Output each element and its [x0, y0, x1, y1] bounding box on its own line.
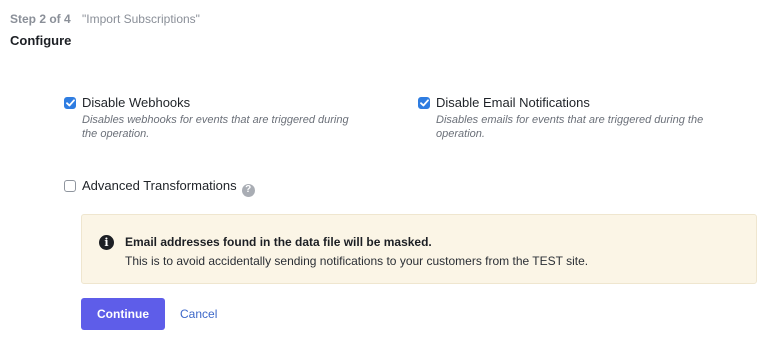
- disable-webhooks-option[interactable]: Disable Webhooks Disables webhooks for e…: [64, 95, 352, 141]
- step-indicator: Step 2 of 4 "Import Subscriptions": [10, 12, 200, 26]
- question-circle-icon[interactable]: ?: [241, 183, 255, 197]
- continue-button[interactable]: Continue: [81, 298, 165, 330]
- step-number: Step 2 of 4: [10, 12, 71, 26]
- cancel-link[interactable]: Cancel: [180, 307, 217, 321]
- disable-email-notifications-option[interactable]: Disable Email Notifications Disables ema…: [418, 95, 706, 141]
- import-configure-page: Step 2 of 4 "Import Subscriptions" Confi…: [0, 0, 776, 346]
- notice-body: This is to avoid accidentally sending no…: [125, 254, 589, 268]
- disable-email-notifications-checkbox[interactable]: [418, 97, 430, 109]
- step-name: "Import Subscriptions": [82, 12, 200, 26]
- notice-title: Email addresses found in the data file w…: [125, 235, 432, 249]
- check-icon: [419, 99, 429, 107]
- disable-webhooks-label: Disable Webhooks: [82, 95, 191, 110]
- masking-notice: i Email addresses found in the data file…: [81, 214, 757, 284]
- advanced-transformations-checkbox[interactable]: [64, 180, 76, 192]
- section-title: Configure: [10, 33, 72, 48]
- disable-webhooks-description: Disables webhooks for events that are tr…: [82, 114, 349, 140]
- advanced-transformations-label: Advanced Transformations: [82, 178, 237, 193]
- check-icon: [65, 99, 75, 107]
- disable-webhooks-checkbox[interactable]: [64, 97, 76, 109]
- info-circle-icon: i: [99, 235, 114, 250]
- advanced-transformations-option[interactable]: Advanced Transformations?: [64, 178, 255, 197]
- disable-email-notifications-description: Disables emails for events that are trig…: [436, 114, 704, 140]
- disable-email-notifications-label: Disable Email Notifications: [436, 95, 590, 110]
